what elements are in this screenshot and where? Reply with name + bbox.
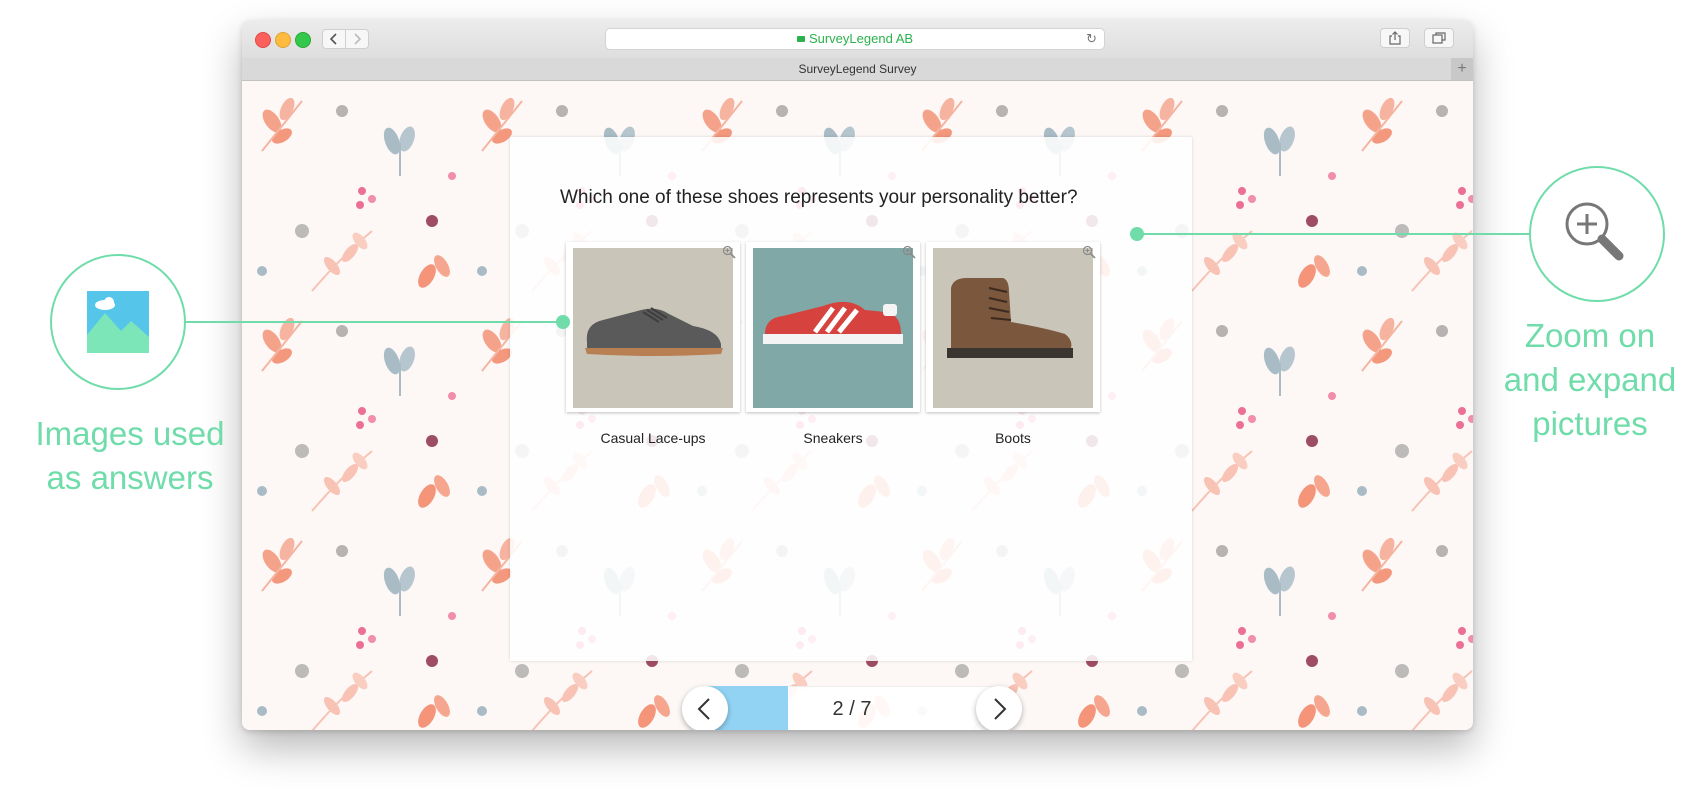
survey-page: Which one of these shoes represents your… bbox=[242, 81, 1473, 730]
answer-label: Casual Lace-ups bbox=[600, 430, 706, 446]
tabs-icon bbox=[1432, 32, 1446, 44]
zoom-icon[interactable] bbox=[902, 245, 916, 259]
address-bar[interactable]: SurveyLegend AB ↻ bbox=[605, 28, 1105, 50]
zoom-icon[interactable] bbox=[1082, 245, 1096, 259]
answer-option-casual-lace-ups[interactable] bbox=[566, 242, 740, 412]
left-callout-text: Images used as answers bbox=[35, 415, 225, 496]
share-button[interactable] bbox=[1380, 28, 1410, 48]
callout-connector-left bbox=[186, 321, 564, 323]
chevron-left-icon bbox=[329, 33, 337, 45]
casual-shoe-image bbox=[573, 248, 733, 408]
answer-label: Sneakers bbox=[803, 430, 863, 446]
callout-dot-left bbox=[556, 315, 570, 329]
reload-icon[interactable]: ↻ bbox=[1086, 29, 1097, 49]
sneaker-image bbox=[753, 248, 913, 408]
tab-strip: SurveyLegend Survey + bbox=[242, 58, 1473, 81]
image-answer-callout bbox=[50, 254, 186, 390]
back-button[interactable] bbox=[322, 29, 346, 49]
tab-title[interactable]: SurveyLegend Survey bbox=[798, 62, 916, 76]
previous-question-button[interactable] bbox=[682, 686, 728, 730]
browser-titlebar: SurveyLegend AB ↻ bbox=[242, 20, 1473, 59]
boot-icon bbox=[933, 248, 1093, 408]
callout-dot-right bbox=[1130, 227, 1144, 241]
answer-option-boots[interactable] bbox=[926, 242, 1100, 412]
question-text: Which one of these shoes represents your… bbox=[560, 187, 1078, 208]
answer-label: Boots bbox=[995, 430, 1031, 446]
casual-shoe-icon bbox=[573, 248, 733, 408]
callout-connector-right bbox=[1136, 233, 1530, 235]
forward-button[interactable] bbox=[345, 29, 369, 49]
pagination: 2 / 7 bbox=[682, 684, 1022, 730]
page-counter: 2 / 7 bbox=[832, 698, 872, 720]
zoom-callout bbox=[1529, 166, 1665, 302]
address-text: SurveyLegend AB bbox=[808, 31, 914, 46]
next-question-button[interactable] bbox=[976, 686, 1022, 730]
zoom-icon[interactable] bbox=[722, 245, 736, 259]
boot-image bbox=[933, 248, 1093, 408]
browser-window: SurveyLegend AB ↻ SurveyLegend Survey + bbox=[242, 20, 1473, 730]
chevron-right-icon bbox=[994, 698, 1007, 720]
close-window-button[interactable] bbox=[255, 32, 271, 48]
sneaker-icon bbox=[753, 248, 913, 408]
tabs-overview-button[interactable] bbox=[1424, 28, 1454, 48]
chevron-right-icon bbox=[354, 33, 362, 45]
magnifier-plus-icon bbox=[1565, 202, 1624, 261]
answer-option-sneakers[interactable] bbox=[746, 242, 920, 412]
image-icon bbox=[87, 291, 149, 353]
new-tab-button[interactable]: + bbox=[1451, 58, 1473, 80]
chevron-left-icon bbox=[697, 698, 710, 720]
minimize-window-button[interactable] bbox=[275, 32, 291, 48]
lock-icon bbox=[796, 36, 805, 42]
maximize-window-button[interactable] bbox=[295, 32, 311, 48]
right-callout-text: Zoom on and expand pictures bbox=[1503, 317, 1677, 442]
question-card: Which one of these shoes represents your… bbox=[510, 137, 1192, 661]
share-icon bbox=[1389, 31, 1401, 45]
